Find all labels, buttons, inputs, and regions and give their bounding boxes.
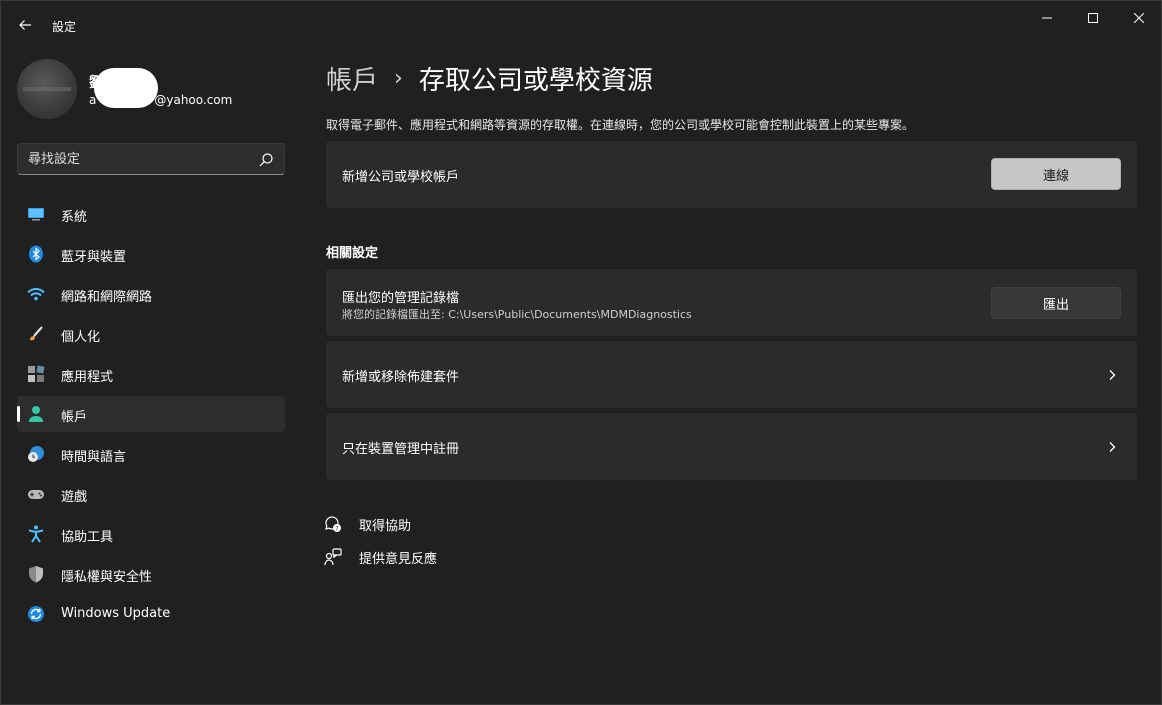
- globe-clock-icon: [28, 446, 44, 462]
- paintbrush-icon: [30, 326, 43, 341]
- help-chat-icon: ?: [325, 516, 341, 533]
- sidebar-item-time-language[interactable]: 時間與語言: [17, 436, 285, 472]
- user-email-domain: @yahoo.com: [154, 93, 233, 107]
- sidebar-item-accounts[interactable]: 帳戶: [17, 396, 285, 432]
- sidebar-item-label: 系統: [61, 210, 88, 225]
- shield-icon: [29, 566, 43, 583]
- sidebar-nav: 系統 藍牙與裝置 網路和網際網路 個人化 應用程式 帳戶 時間與語言 遊戲 協助…: [17, 196, 285, 636]
- sidebar-item-label: 時間與語言: [61, 450, 127, 465]
- close-icon: [1134, 13, 1144, 23]
- apps-icon: [28, 365, 45, 382]
- sidebar-item-network[interactable]: 網路和網際網路: [17, 276, 285, 312]
- add-account-card: 新增公司或學校帳戶 連線: [326, 141, 1137, 208]
- export-button[interactable]: 匯出: [991, 287, 1121, 319]
- export-logs-card: 匯出您的管理記錄檔 將您的記錄檔匯出至: C:\Users\Public\Doc…: [326, 269, 1137, 336]
- sidebar-item-label: 遊戲: [61, 490, 88, 505]
- sidebar-item-label: 藍牙與裝置: [61, 250, 127, 265]
- sidebar-item-label: 帳戶: [61, 410, 88, 425]
- app-title: 設定: [52, 20, 77, 34]
- chevron-right-icon: [1109, 442, 1116, 452]
- sidebar-item-gaming[interactable]: 遊戲: [17, 476, 285, 512]
- minimize-button[interactable]: [1024, 0, 1070, 36]
- bluetooth-icon: [29, 245, 43, 263]
- provisioning-label: 新增或移除佈建套件: [342, 370, 460, 385]
- sidebar-item-bluetooth[interactable]: 藍牙與裝置: [17, 236, 285, 272]
- get-help-label: 取得協助: [359, 519, 412, 534]
- sidebar-item-label: 協助工具: [61, 530, 114, 545]
- sidebar-item-accessibility[interactable]: 協助工具: [17, 516, 285, 552]
- add-account-label: 新增公司或學校帳戶: [342, 170, 460, 185]
- maximize-button[interactable]: [1070, 0, 1116, 36]
- sidebar-item-personalization[interactable]: 個人化: [17, 316, 285, 352]
- sidebar-item-system[interactable]: 系統: [17, 196, 285, 232]
- search-input[interactable]: [28, 150, 248, 168]
- sidebar-item-windows-update[interactable]: Windows Update: [17, 596, 285, 632]
- sidebar-item-privacy[interactable]: 隱私權與安全性: [17, 556, 285, 592]
- feedback-label: 提供意見反應: [359, 552, 438, 567]
- connect-button[interactable]: 連線: [991, 158, 1121, 190]
- search-box[interactable]: [17, 143, 285, 175]
- avatar[interactable]: [17, 59, 77, 119]
- gamepad-icon: [28, 490, 44, 499]
- sidebar-item-label: 網路和網際網路: [61, 290, 153, 305]
- redaction-mark: [94, 68, 158, 108]
- svg-text:?: ?: [335, 526, 338, 533]
- title-bar: 設定: [0, 0, 1162, 48]
- wifi-icon: [27, 288, 45, 301]
- person-icon: [29, 406, 43, 422]
- sidebar-item-apps[interactable]: 應用程式: [17, 356, 285, 392]
- back-arrow-icon: [19, 20, 31, 30]
- page-description: 取得電子郵件、應用程式和網路等資源的存取權。在連線時，您的公司或學校可能會控制此…: [326, 118, 915, 132]
- export-logs-path: 將您的記錄檔匯出至: C:\Users\Public\Documents\MDM…: [342, 308, 692, 321]
- accessibility-icon: [28, 525, 44, 543]
- breadcrumb: 帳戶 › 存取公司或學校資源: [326, 60, 653, 97]
- windows-update-icon: [28, 606, 44, 622]
- breadcrumb-parent[interactable]: 帳戶: [326, 60, 378, 97]
- breadcrumb-separator: ›: [394, 66, 403, 91]
- feedback-link[interactable]: 提供意見反應: [324, 547, 524, 567]
- get-help-link[interactable]: ? 取得協助: [324, 514, 524, 534]
- enroll-only-label: 只在裝置管理中註冊: [342, 442, 460, 457]
- feedback-icon: [324, 548, 342, 566]
- monitor-icon: [28, 208, 44, 221]
- maximize-icon: [1088, 13, 1098, 23]
- close-button[interactable]: [1116, 0, 1162, 36]
- sidebar-item-label: 個人化: [61, 330, 101, 345]
- page-title: 存取公司或學校資源: [418, 66, 653, 96]
- search-icon[interactable]: [258, 152, 274, 168]
- chevron-right-icon: [1109, 370, 1116, 380]
- related-settings-heading: 相關設定: [326, 246, 379, 261]
- export-logs-label: 匯出您的管理記錄檔: [342, 291, 460, 306]
- sidebar-item-label: 隱私權與安全性: [61, 570, 153, 585]
- back-button[interactable]: [12, 12, 38, 38]
- enroll-only-card[interactable]: 只在裝置管理中註冊: [326, 413, 1137, 480]
- sidebar-item-label: 應用程式: [61, 370, 114, 385]
- provisioning-card[interactable]: 新增或移除佈建套件: [326, 341, 1137, 408]
- minimize-icon: [1042, 17, 1052, 19]
- sidebar-item-label: Windows Update: [61, 606, 171, 621]
